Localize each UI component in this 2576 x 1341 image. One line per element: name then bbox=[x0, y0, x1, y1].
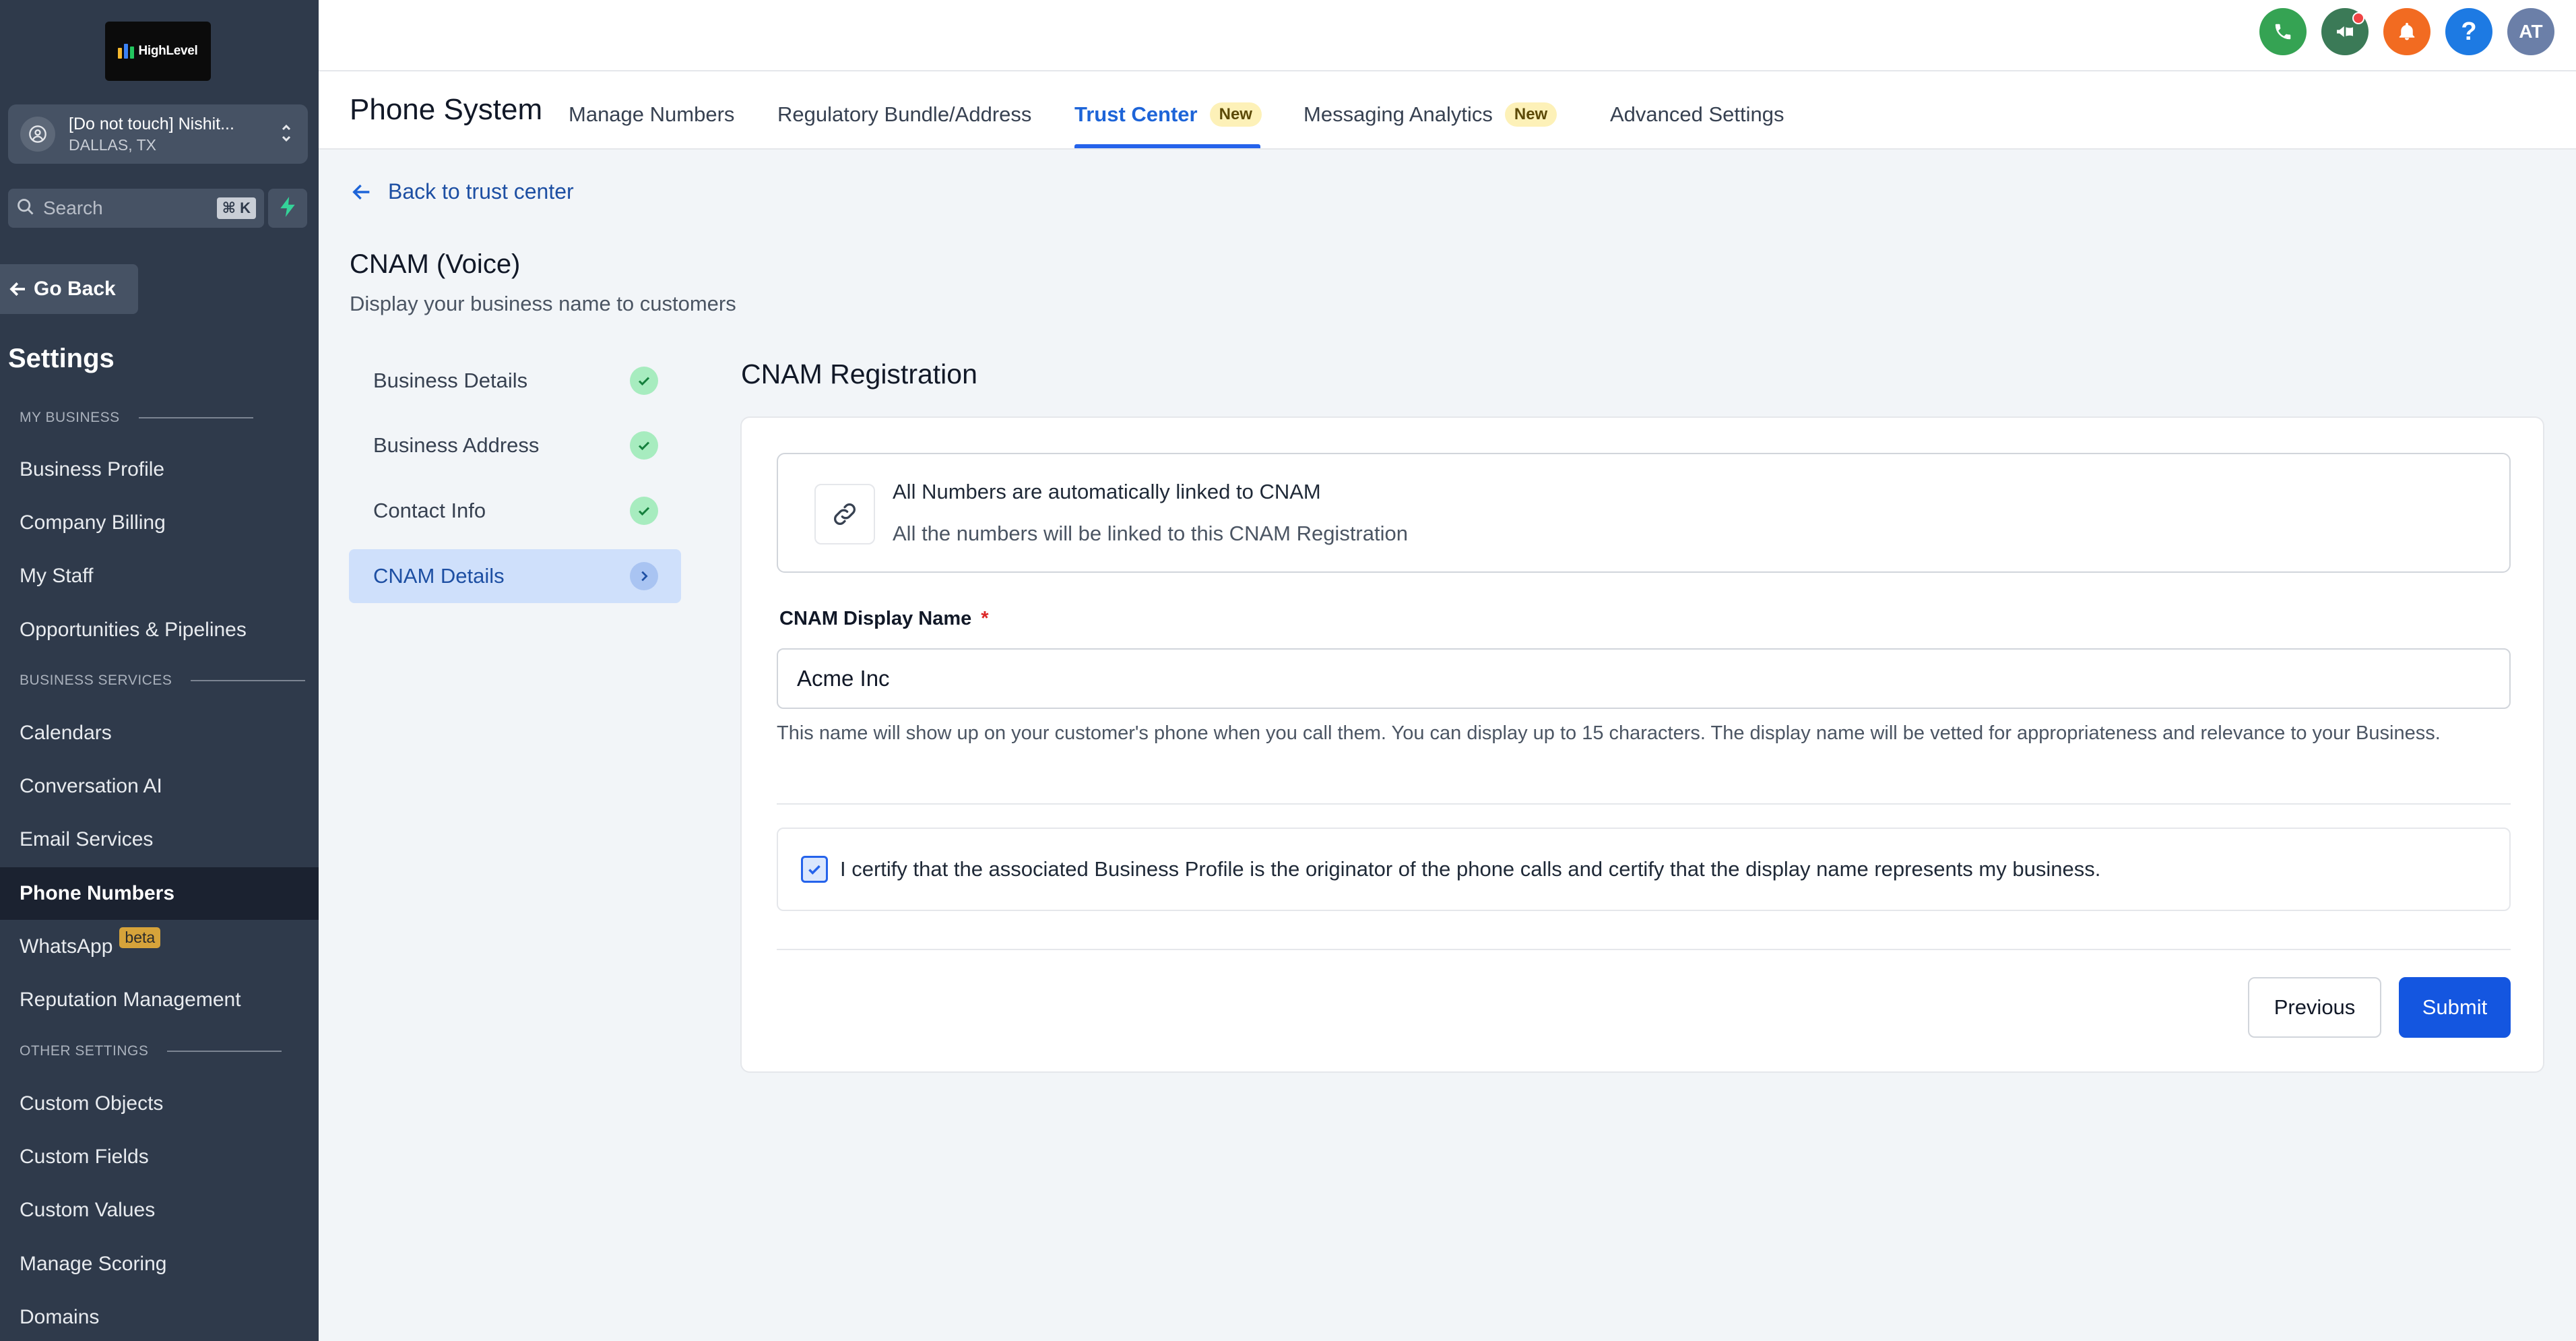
search-shortcut: ⌘ K bbox=[216, 197, 256, 219]
top-header: ? AT bbox=[319, 0, 2576, 71]
link-icon bbox=[814, 484, 875, 544]
account-name: [Do not touch] Nishit... bbox=[69, 114, 234, 133]
sidebar-item-custom-values[interactable]: Custom Values bbox=[0, 1184, 319, 1237]
step-contact-info[interactable]: Contact Info bbox=[349, 484, 681, 538]
cnam-display-name-label: CNAM Display Name * bbox=[779, 608, 989, 629]
logo-text: HighLevel bbox=[138, 44, 198, 58]
check-circle-icon bbox=[630, 431, 658, 460]
tab-trust-center[interactable]: Trust Center New bbox=[1074, 101, 1262, 128]
page-title: CNAM (Voice) bbox=[350, 249, 521, 279]
sidebar-item-conversation-ai[interactable]: Conversation AI bbox=[0, 760, 319, 813]
section-my-business: MY BUSINESS bbox=[20, 410, 253, 426]
sidebar-item-phone-numbers[interactable]: Phone Numbers bbox=[0, 867, 319, 920]
sidebar-item-email-services[interactable]: Email Services bbox=[0, 813, 319, 866]
bell-icon bbox=[2399, 22, 2415, 40]
settings-title: Settings bbox=[8, 344, 115, 373]
page-section-title: Phone System bbox=[350, 93, 543, 126]
phone-button[interactable] bbox=[2259, 8, 2307, 55]
brand-logo[interactable]: HighLevel bbox=[105, 22, 211, 81]
help-icon: ? bbox=[2461, 17, 2477, 46]
section-other-settings: OTHER SETTINGS bbox=[20, 1043, 282, 1059]
previous-button[interactable]: Previous bbox=[2248, 977, 2381, 1038]
help-button[interactable]: ? bbox=[2445, 8, 2492, 55]
sidebar-item-business-profile[interactable]: Business Profile bbox=[0, 443, 319, 496]
arrow-left-icon bbox=[352, 184, 370, 199]
new-badge: New bbox=[1504, 102, 1557, 127]
back-to-trust-center-link[interactable]: Back to trust center bbox=[350, 179, 574, 204]
info-subtitle: All the numbers will be linked to this C… bbox=[893, 522, 1408, 545]
account-switcher[interactable]: [Do not touch] Nishit... DALLAS, TX bbox=[8, 104, 308, 164]
logo-mark-icon bbox=[118, 44, 135, 59]
sidebar-item-custom-fields[interactable]: Custom Fields bbox=[0, 1131, 319, 1183]
notification-dot bbox=[2352, 12, 2364, 24]
tab-bar: Phone System Manage Numbers Regulatory B… bbox=[319, 71, 2576, 150]
check-circle-icon bbox=[630, 497, 658, 525]
chevron-right-icon bbox=[630, 562, 658, 590]
required-mark: * bbox=[981, 608, 989, 629]
lightning-icon bbox=[279, 196, 296, 220]
phone-icon bbox=[2275, 24, 2291, 40]
tab-regulatory-bundle[interactable]: Regulatory Bundle/Address bbox=[777, 101, 1031, 128]
sidebar-item-manage-scoring[interactable]: Manage Scoring bbox=[0, 1238, 319, 1290]
display-name-help-text: This name will show up on your customer'… bbox=[777, 722, 2441, 744]
divider bbox=[777, 803, 2511, 805]
active-tab-indicator bbox=[1074, 144, 1260, 148]
info-title: All Numbers are automatically linked to … bbox=[893, 480, 1321, 503]
tab-messaging-analytics[interactable]: Messaging Analytics New bbox=[1303, 101, 1557, 128]
step-cnam-details[interactable]: CNAM Details bbox=[349, 549, 681, 603]
quick-action-button[interactable] bbox=[268, 189, 307, 228]
notifications-button[interactable] bbox=[2383, 8, 2430, 55]
user-avatar[interactable]: AT bbox=[2507, 8, 2554, 55]
tab-manage-numbers[interactable]: Manage Numbers bbox=[569, 101, 734, 128]
sidebar: HighLevel [Do not touch] Nishit... DALLA… bbox=[0, 0, 319, 1341]
arrow-left-icon bbox=[9, 282, 25, 297]
sidebar-item-opportunities-pipelines[interactable]: Opportunities & Pipelines bbox=[0, 604, 319, 656]
section-business-services: BUSINESS SERVICES bbox=[20, 673, 306, 689]
sidebar-item-domains[interactable]: Domains bbox=[0, 1291, 319, 1341]
search-input[interactable] bbox=[43, 197, 205, 219]
sidebar-item-calendars[interactable]: Calendars bbox=[0, 707, 319, 759]
check-circle-icon bbox=[630, 367, 658, 395]
sidebar-item-custom-objects[interactable]: Custom Objects bbox=[0, 1078, 319, 1130]
search-icon bbox=[16, 197, 35, 220]
account-location: DALLAS, TX bbox=[69, 135, 156, 154]
go-back-label: Go Back bbox=[34, 278, 116, 300]
new-badge: New bbox=[1209, 102, 1262, 127]
megaphone-icon bbox=[2337, 26, 2353, 37]
certify-text: I certify that the associated Business P… bbox=[840, 857, 2101, 881]
location-avatar-icon bbox=[20, 117, 55, 152]
info-box: All Numbers are automatically linked to … bbox=[777, 453, 2511, 573]
certify-checkbox[interactable] bbox=[801, 856, 828, 883]
certify-box: I certify that the associated Business P… bbox=[777, 828, 2511, 911]
divider bbox=[777, 949, 2511, 950]
checkmark-icon bbox=[808, 865, 820, 875]
step-business-details[interactable]: Business Details bbox=[349, 354, 681, 408]
cnam-display-name-input[interactable] bbox=[777, 648, 2511, 709]
submit-button[interactable]: Submit bbox=[2399, 977, 2511, 1038]
page-subtitle: Display your business name to customers bbox=[350, 292, 736, 315]
sidebar-item-company-billing[interactable]: Company Billing bbox=[0, 497, 319, 549]
chevron-up-down-icon bbox=[280, 119, 293, 149]
cnam-registration-card: All Numbers are automatically linked to … bbox=[740, 416, 2544, 1073]
step-business-address[interactable]: Business Address bbox=[349, 418, 681, 472]
user-initials: AT bbox=[2519, 21, 2543, 42]
sidebar-item-reputation-management[interactable]: Reputation Management bbox=[0, 974, 319, 1026]
sidebar-item-my-staff[interactable]: My Staff bbox=[0, 550, 319, 602]
sidebar-item-whatsapp[interactable]: WhatsApp beta bbox=[0, 921, 319, 973]
beta-badge: beta bbox=[119, 927, 161, 948]
tab-advanced-settings[interactable]: Advanced Settings bbox=[1610, 101, 1784, 128]
go-back-button[interactable]: Go Back bbox=[0, 264, 138, 314]
section-title: CNAM Registration bbox=[741, 358, 977, 389]
announcements-button[interactable] bbox=[2321, 8, 2369, 55]
search-bar[interactable]: ⌘ K bbox=[8, 189, 264, 228]
